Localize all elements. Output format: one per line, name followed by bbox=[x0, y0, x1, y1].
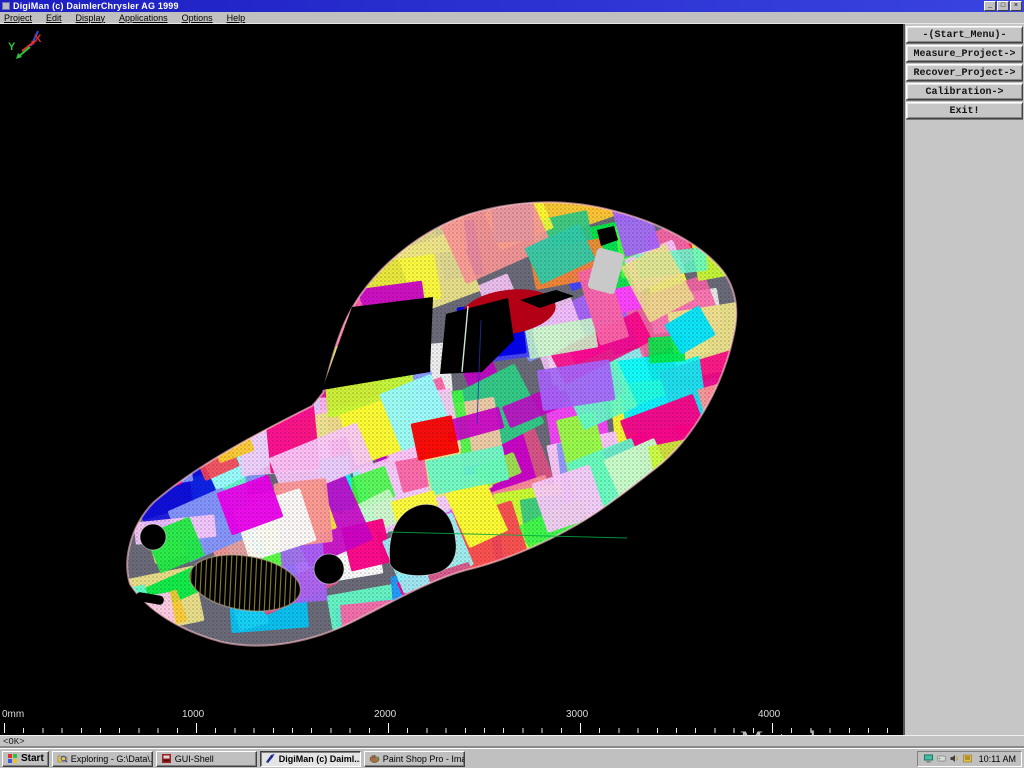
minimize-button[interactable]: _ bbox=[984, 1, 996, 11]
menu-applications[interactable]: Applications bbox=[119, 13, 168, 23]
app-icon bbox=[2, 2, 10, 10]
left-headlight bbox=[140, 524, 166, 550]
menu-display[interactable]: Display bbox=[76, 13, 106, 23]
task-label: Paint Shop Pro - Ima... bbox=[383, 754, 465, 764]
close-button[interactable]: × bbox=[1010, 1, 1022, 11]
calibration-button[interactable]: Calibration-> bbox=[906, 83, 1023, 100]
task-paint-shop-pro[interactable]: Paint Shop Pro - Ima... bbox=[364, 751, 465, 767]
task-gui-shell[interactable]: GUI-Shell bbox=[156, 751, 257, 767]
system-tray: 10:11 AM bbox=[917, 751, 1022, 767]
task-label: DigiMan (c) Daiml... bbox=[279, 754, 361, 764]
task-digiman[interactable]: DigiMan (c) Daiml... bbox=[260, 751, 361, 767]
menu-help[interactable]: Help bbox=[227, 13, 246, 23]
menu-options[interactable]: Options bbox=[182, 13, 213, 23]
y-axis-label: Y bbox=[8, 41, 16, 53]
maximize-button[interactable]: □ bbox=[997, 1, 1009, 11]
start-button[interactable]: Start bbox=[2, 751, 49, 767]
x-axis-label: X bbox=[34, 33, 42, 45]
car-scene: X Y bbox=[0, 24, 903, 735]
right-headlight bbox=[314, 554, 344, 584]
status-bar: <OK> bbox=[0, 735, 1024, 748]
taskbar-clock: 10:11 AM bbox=[979, 754, 1016, 764]
paint-shop-pro-icon bbox=[369, 753, 380, 764]
start-label: Start bbox=[21, 753, 44, 764]
window-title: DigiMan (c) DaimlerChrysler AG 1999 bbox=[13, 1, 179, 11]
status-text: <OK> bbox=[3, 737, 25, 747]
task-label: GUI-Shell bbox=[175, 754, 214, 764]
task-label: Exploring - G:\Data\... bbox=[71, 754, 153, 764]
recover-project-button[interactable]: Recover_Project-> bbox=[906, 64, 1023, 81]
control-panel: -(Start_Menu)- Measure_Project-> Recover… bbox=[903, 24, 1024, 735]
measure-project-button[interactable]: Measure_Project-> bbox=[906, 45, 1023, 62]
digiman-icon bbox=[265, 753, 276, 764]
scheduler-tray-icon[interactable] bbox=[962, 753, 973, 764]
watermark: Motorbase Forum bbox=[740, 726, 903, 735]
volume-tray-icon[interactable] bbox=[949, 753, 960, 764]
display-tray-icon[interactable] bbox=[923, 753, 934, 764]
menu-bar: Project Edit Display Applications Option… bbox=[0, 12, 1024, 24]
modem-tray-icon[interactable] bbox=[936, 753, 947, 764]
menu-edit[interactable]: Edit bbox=[46, 13, 62, 23]
title-bar: DigiMan (c) DaimlerChrysler AG 1999 _ □ … bbox=[0, 0, 1024, 12]
windows-logo-icon bbox=[7, 753, 18, 764]
gui-shell-icon bbox=[161, 753, 172, 764]
task-explorer[interactable]: Exploring - G:\Data\... bbox=[52, 751, 153, 767]
3d-viewport[interactable]: X Y 0mm 1000 2000 3000 4000 Motorbase Fo… bbox=[0, 24, 903, 735]
menu-project[interactable]: Project bbox=[4, 13, 32, 23]
axis-triad: X Y bbox=[8, 31, 42, 59]
start-menu-button[interactable]: -(Start_Menu)- bbox=[906, 26, 1023, 43]
taskbar: Start Exploring - G:\Data\... GUI-Shell … bbox=[0, 748, 1024, 768]
exit-button[interactable]: Exit! bbox=[906, 102, 1023, 119]
explorer-icon bbox=[57, 753, 68, 764]
